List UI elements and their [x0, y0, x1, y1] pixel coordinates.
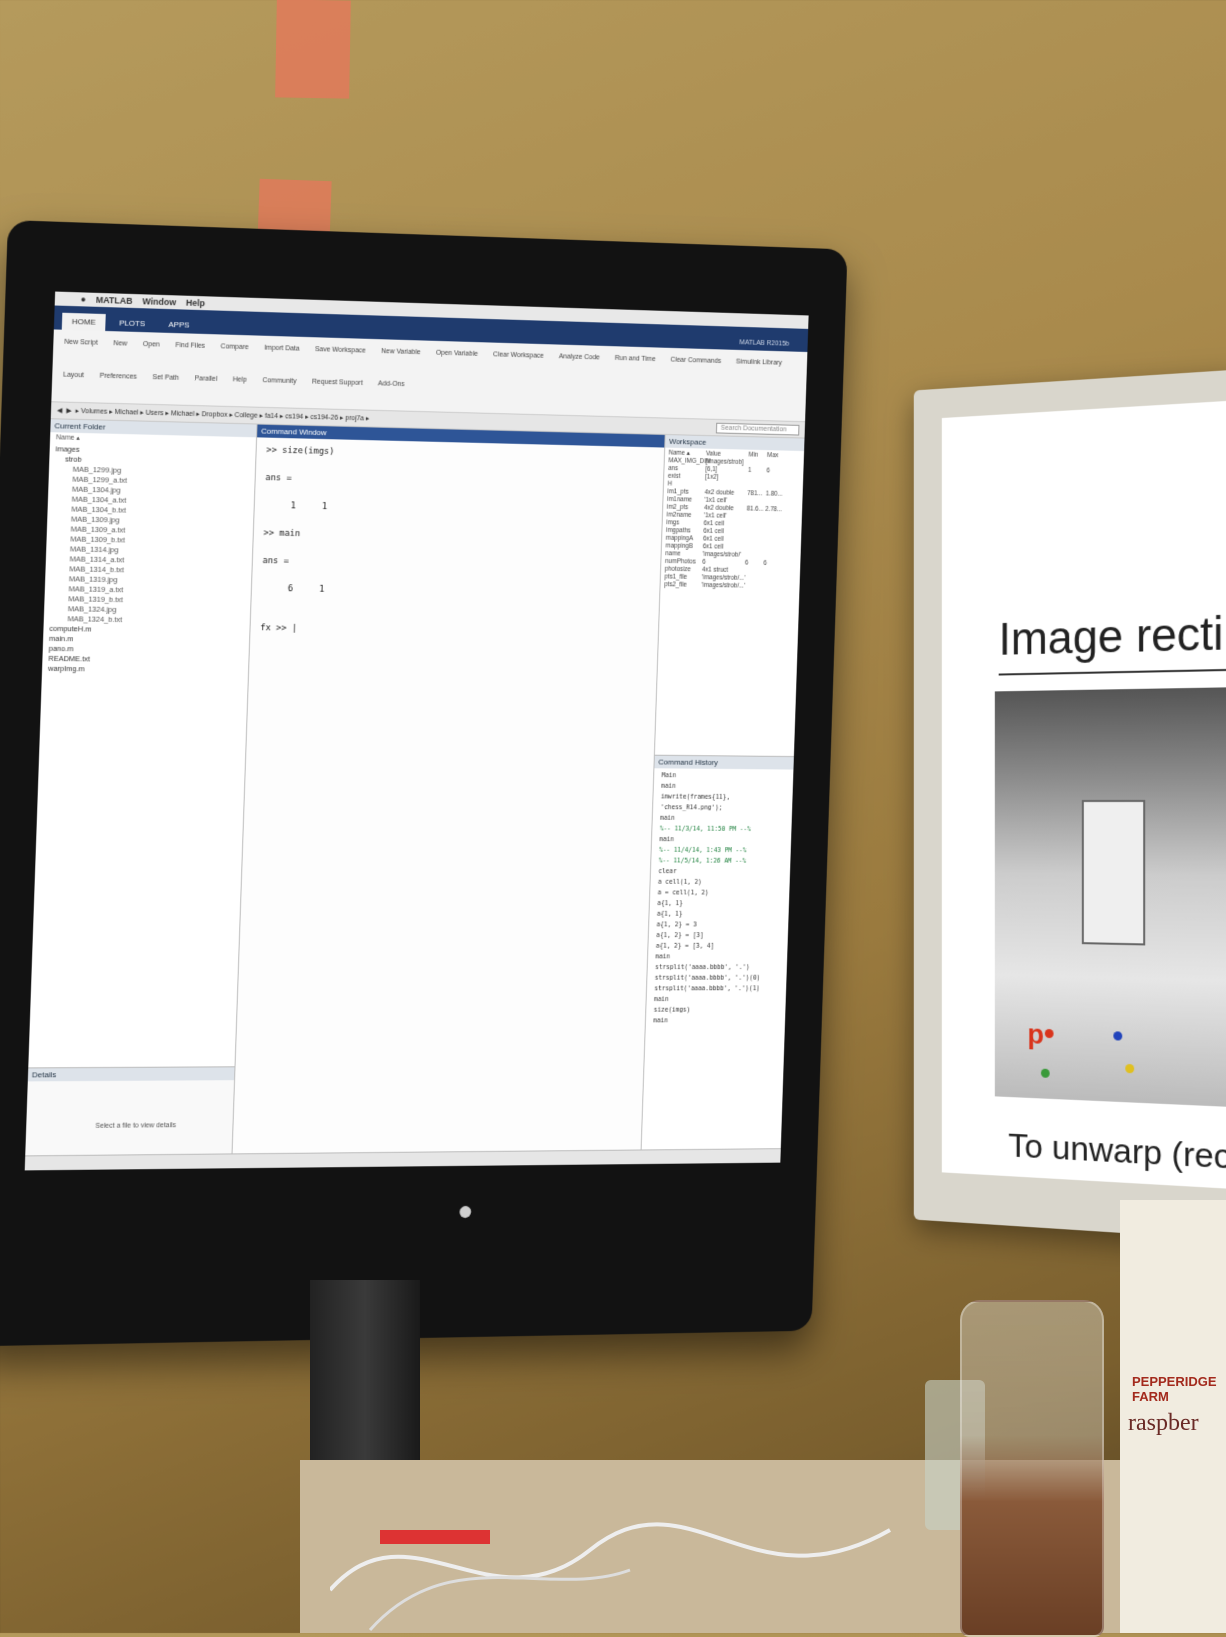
point-marker-green	[1041, 1069, 1050, 1078]
point-label: p	[1027, 1018, 1044, 1050]
history-item[interactable]: strsplit('aaaa.bbbb', '.')(1)	[654, 983, 779, 994]
workspace-pane: Workspace Name ▴ Value Min Max MAX_IMG_DIM [i…	[655, 435, 805, 757]
menu-window[interactable]: Window	[142, 296, 176, 307]
ribbon-button[interactable]: Open Variable	[430, 347, 483, 375]
history-item[interactable]: main	[655, 952, 780, 963]
history-item[interactable]: %-- 11/5/14, 1:26 AM --%	[659, 856, 784, 867]
forward-icon[interactable]: ▶	[66, 407, 72, 415]
cables	[330, 1440, 930, 1633]
command-prompt[interactable]: fx >> |	[250, 615, 658, 647]
ribbon-button[interactable]: Run and Time	[610, 352, 661, 380]
ribbon-button[interactable]: Clear Commands	[665, 354, 726, 382]
workspace-cell	[744, 583, 763, 591]
current-folder-pane: Current Folder Name ▴ images strob MAB_129…	[25, 419, 258, 1170]
history-item[interactable]: a{1, 1}	[657, 909, 782, 920]
back-icon[interactable]: ◀	[57, 406, 63, 414]
file-tree: images strob MAB_1299.jpg MAB_1299_a.txt MAB…	[42, 442, 256, 678]
workspace-cell[interactable]: pts2_file	[664, 581, 701, 589]
slide-divider	[999, 668, 1226, 675]
history-item[interactable]: clear	[658, 866, 783, 877]
command-history: Main main imwrite(frames{11}, 'chess_R14.p…	[641, 768, 794, 1170]
ribbon-button[interactable]: Community	[257, 374, 302, 402]
slide-screen: Image recti p To unwarp (rec • Find the …	[942, 400, 1226, 1190]
ribbon-button[interactable]: New Variable	[376, 345, 426, 373]
ribbon-button[interactable]: Add-Ons	[373, 377, 410, 404]
command-window[interactable]: Command Window >> size(imgs) ans = 1 1 >…	[232, 425, 666, 1171]
ribbon-button[interactable]: Import Data	[259, 342, 305, 370]
details-hint: Select a file to view details	[95, 1122, 176, 1130]
slide-text: To unwarp (rec	[1008, 1127, 1226, 1178]
details-title: Details	[28, 1067, 235, 1081]
history-item[interactable]: a{1, 2} = [3, 4]	[656, 941, 781, 952]
history-item[interactable]: strsplit('aaaa.bbbb', '.')	[655, 962, 780, 973]
window-title: MATLAB R2015b	[721, 335, 808, 352]
history-item[interactable]: imwrite(frames{11}, 'chess_R14.png');	[660, 792, 785, 814]
ribbon-button[interactable]: Layout	[58, 369, 90, 397]
point-marker-blue	[1113, 1031, 1122, 1040]
apple-menu-icon[interactable]: ●	[80, 294, 86, 304]
ribbon-button[interactable]: Find Files	[170, 339, 210, 367]
ribbon-button[interactable]: Help	[227, 373, 252, 400]
ribbon-button[interactable]: Set Path	[147, 371, 184, 399]
workspace-cell: 'images/strob/...'	[701, 582, 744, 591]
workspace-cell	[763, 583, 782, 591]
ribbon-button[interactable]: New Script	[59, 336, 103, 364]
corridor-door	[1082, 800, 1145, 946]
ribbon-button[interactable]: Save Workspace	[310, 343, 371, 371]
right-panes: Workspace Name ▴ Value Min Max MAX_IMG_DIM [i…	[641, 435, 805, 1170]
tab-apps[interactable]: APPS	[158, 316, 199, 334]
history-item[interactable]: %-- 11/4/14, 1:43 PM --%	[659, 845, 784, 856]
apple-logo-icon: ●	[457, 1195, 474, 1227]
red-cable-clip	[380, 1530, 490, 1544]
history-item[interactable]: main	[660, 813, 785, 824]
history-item[interactable]: strsplit('aaaa.bbbb', '.')(0)	[655, 973, 780, 984]
box-brand: PEPPERIDGE FARM	[1132, 1374, 1226, 1404]
history-item[interactable]: a{1, 2} = [3]	[656, 930, 781, 941]
history-item[interactable]: a{1, 2} = 3	[656, 920, 781, 931]
secondary-monitor: Image recti p To unwarp (rec • Find the …	[914, 369, 1226, 1241]
ribbon-button[interactable]: New	[108, 337, 133, 365]
panes: Current Folder Name ▴ images strob MAB_129…	[25, 419, 805, 1170]
search-documentation-input[interactable]: Search Documentation	[716, 422, 800, 435]
slide-title: Image recti	[999, 606, 1224, 666]
box-flavor: raspber	[1128, 1410, 1199, 1437]
ribbon-button[interactable]: Analyze Code	[553, 350, 604, 378]
command-output: >> size(imgs) ans = 1 1 >> main ans = 6 …	[251, 437, 664, 622]
workspace-table: Name ▴ Value Min Max MAX_IMG_DIM [images/stro…	[660, 448, 804, 594]
main-monitor: ● MATLAB Window Help HOME PLOTS APPS MAT…	[0, 220, 848, 1346]
history-item[interactable]: a = cell(1, 2)	[657, 888, 782, 899]
glass-jar	[960, 1300, 1104, 1637]
matlab-screen: ● MATLAB Window Help HOME PLOTS APPS MAT…	[25, 292, 809, 1171]
ribbon-button[interactable]: Request Support	[307, 376, 368, 404]
point-marker-red	[1045, 1029, 1054, 1038]
ribbon-button[interactable]: Clear Workspace	[488, 348, 549, 376]
history-item[interactable]: size(imgs)	[654, 1005, 779, 1016]
menu-help[interactable]: Help	[186, 298, 205, 309]
file-tree-item[interactable]: warpImg.m	[48, 664, 243, 677]
ribbon-button[interactable]: Open	[137, 338, 165, 366]
ribbon-button[interactable]: Simulink Library	[731, 356, 787, 384]
ribbon-button[interactable]: Parallel	[189, 372, 222, 400]
history-item[interactable]: main	[653, 1015, 778, 1026]
point-marker-yellow	[1125, 1064, 1134, 1073]
tab-home[interactable]: HOME	[62, 313, 106, 331]
command-history-title: Command History	[654, 756, 793, 770]
menu-app[interactable]: MATLAB	[96, 295, 133, 306]
history-item[interactable]: %-- 11/3/14, 11:50 PM --%	[660, 824, 785, 835]
history-item[interactable]: main	[659, 834, 784, 845]
ribbon-button[interactable]: Compare	[215, 340, 254, 368]
history-item[interactable]: a cell(1, 2)	[658, 877, 783, 888]
tab-plots[interactable]: PLOTS	[109, 314, 155, 332]
history-item[interactable]: a{1, 1}	[657, 898, 782, 909]
slide-bullet: • Find the ho	[1047, 1178, 1215, 1189]
history-item[interactable]: main	[654, 994, 779, 1005]
ribbon-button[interactable]: Preferences	[94, 370, 142, 398]
sticky-note	[275, 0, 351, 99]
